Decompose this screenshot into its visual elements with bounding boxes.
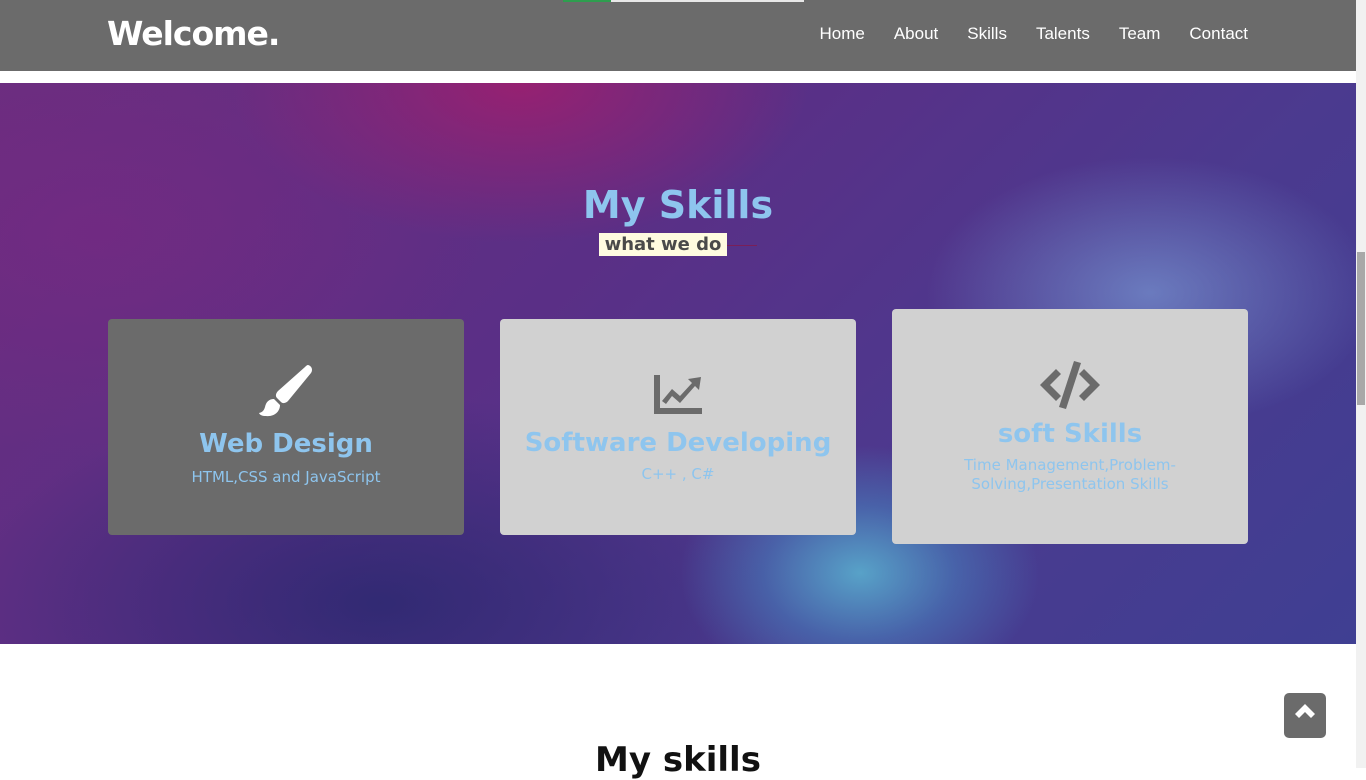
nav-links: Home About Skills Talents Team Contact bbox=[819, 24, 1248, 44]
nav-link-team[interactable]: Team bbox=[1119, 24, 1161, 44]
navbar: Welcome. Home About Skills Talents Team … bbox=[0, 0, 1356, 71]
paint-brush-icon bbox=[108, 363, 464, 419]
scrollbar-thumb[interactable] bbox=[1357, 252, 1365, 405]
nav-link-contact[interactable]: Contact bbox=[1189, 24, 1248, 44]
next-section-title: My skills bbox=[595, 740, 761, 780]
chevron-up-icon bbox=[1295, 704, 1315, 718]
subtitle-divider bbox=[727, 245, 758, 246]
skill-card-title: Software Developing bbox=[524, 428, 832, 458]
nav-link-about[interactable]: About bbox=[894, 24, 938, 44]
nav-link-talents[interactable]: Talents bbox=[1036, 24, 1090, 44]
skill-card-description: Time Management,Problem-Solving,Presenta… bbox=[964, 456, 1176, 493]
skill-card-description: HTML,CSS and JavaScript bbox=[191, 468, 381, 486]
skill-card-title: Web Design bbox=[199, 429, 373, 459]
skill-card-web-design[interactable]: Web Design HTML,CSS and JavaScript bbox=[108, 319, 464, 535]
reading-progress-bar bbox=[563, 0, 804, 2]
skills-section: My Skills what we do Web Design HTML,CSS… bbox=[0, 83, 1356, 644]
skill-card-software-developing[interactable]: Software Developing C++ , C# bbox=[500, 319, 856, 535]
skill-card-title: soft Skills bbox=[997, 419, 1143, 449]
section-title: My Skills bbox=[582, 183, 774, 227]
nav-link-home[interactable]: Home bbox=[819, 24, 864, 44]
page-scrollbar[interactable] bbox=[1356, 0, 1366, 768]
brand-logo[interactable]: Welcome. bbox=[107, 14, 280, 53]
skill-card-description: C++ , C# bbox=[641, 465, 715, 483]
nav-link-skills[interactable]: Skills bbox=[967, 24, 1007, 44]
section-subtitle: what we do bbox=[598, 233, 728, 256]
skill-card-soft-skills[interactable]: soft Skills Time Management,Problem-Solv… bbox=[892, 309, 1248, 544]
chart-line-icon bbox=[500, 373, 856, 415]
code-icon bbox=[892, 359, 1248, 411]
reading-progress-fill bbox=[563, 0, 612, 2]
section-subtitle-wrap: what we do bbox=[0, 233, 1356, 256]
back-to-top-button[interactable] bbox=[1284, 693, 1326, 738]
